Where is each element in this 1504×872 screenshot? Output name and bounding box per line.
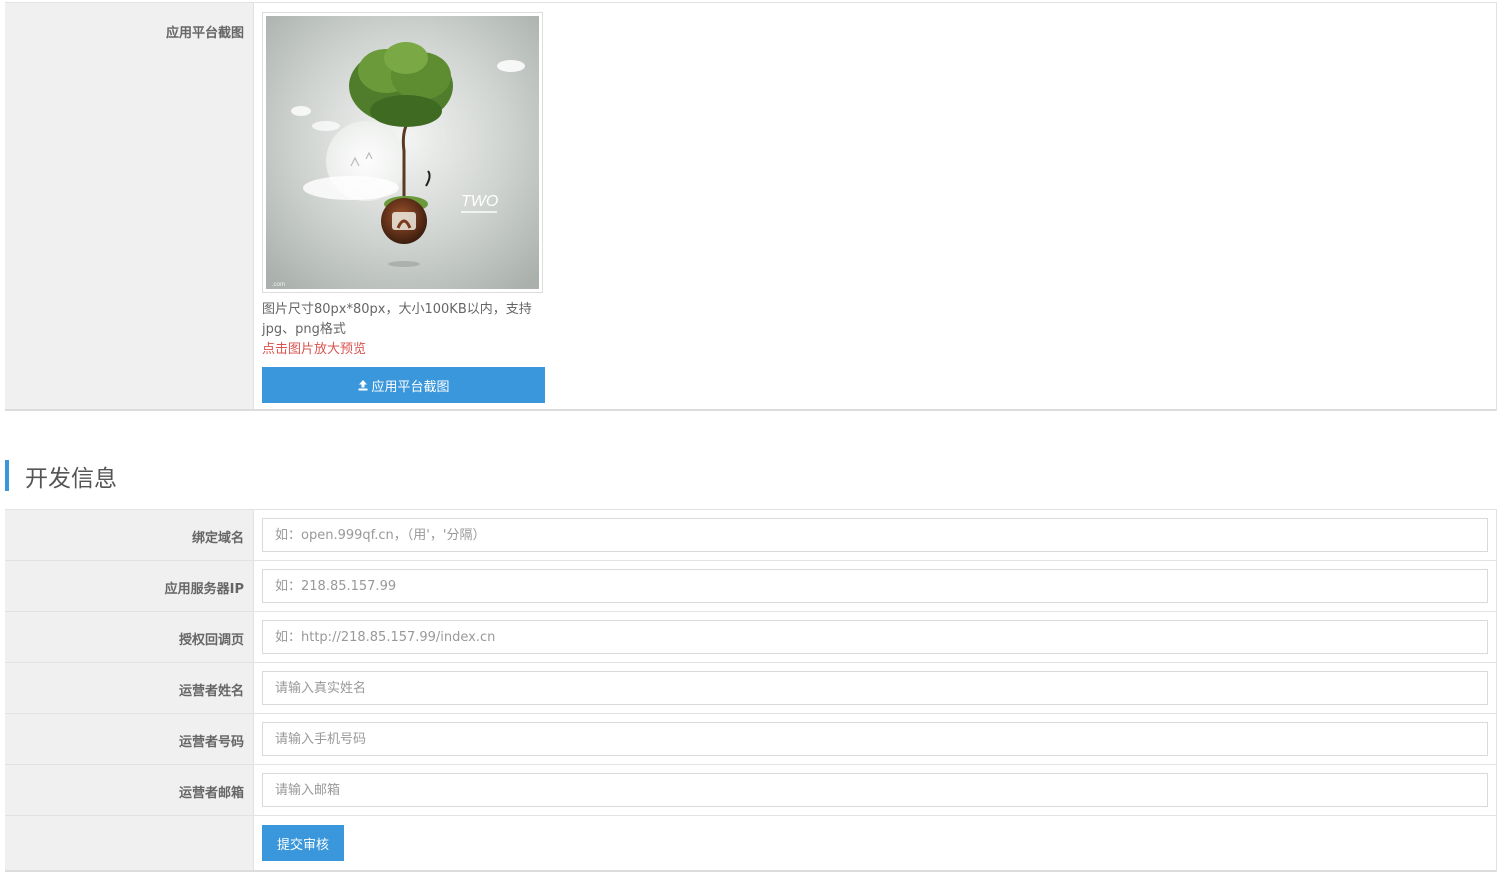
upload-button-label: 应用平台截图	[371, 379, 450, 395]
screenshot-table: 应用平台截图 TWO .com 图片尺寸80px*80px，大小100KB以内，…	[5, 2, 1497, 411]
svg-text:TWO: TWO	[461, 193, 498, 210]
upload-screenshot-button[interactable]: 应用平台截图	[262, 367, 545, 403]
callback-url-input[interactable]	[262, 620, 1488, 654]
server-ip-input[interactable]	[262, 569, 1488, 603]
operator-phone-input[interactable]	[262, 722, 1488, 756]
submit-cell: 提交审核	[253, 816, 1496, 870]
form-row-callback: 授权回调页	[5, 612, 1496, 663]
submit-review-button[interactable]: 提交审核	[262, 825, 345, 861]
image-size-hint: 图片尺寸80px*80px，大小100KB以内，支持jpg、png格式	[262, 302, 532, 337]
form-row-domain: 绑定域名	[5, 510, 1496, 561]
upload-icon	[358, 380, 368, 391]
callback-cell	[253, 612, 1496, 662]
form-row-submit: 提交审核	[5, 816, 1496, 872]
domain-cell	[253, 510, 1496, 560]
operator-email-cell	[253, 765, 1496, 815]
domain-input[interactable]	[262, 518, 1488, 552]
submit-row-label	[5, 816, 253, 870]
dev-info-title: 开发信息	[25, 465, 117, 492]
svg-text:.com: .com	[272, 282, 285, 288]
operator-phone-cell	[253, 714, 1496, 764]
screenshot-thumbnail[interactable]: TWO .com	[262, 12, 543, 293]
dev-info-form: 绑定域名 应用服务器IP 授权回调页 运营者姓名 运营者号码 运营者邮箱	[5, 509, 1497, 872]
server-ip-label: 应用服务器IP	[5, 561, 253, 611]
form-row-operator-email: 运营者邮箱	[5, 765, 1496, 816]
operator-name-label: 运营者姓名	[5, 663, 253, 713]
form-row-operator-phone: 运营者号码	[5, 714, 1496, 765]
preview-hint: 点击图片放大预览	[262, 342, 367, 357]
form-row-operator-name: 运营者姓名	[5, 663, 1496, 714]
operator-email-label: 运营者邮箱	[5, 765, 253, 815]
screenshot-label: 应用平台截图	[5, 3, 253, 409]
form-row-server-ip: 应用服务器IP	[5, 561, 1496, 612]
screenshot-row: 应用平台截图 TWO .com 图片尺寸80px*80px，大小100KB以内，…	[5, 3, 1496, 411]
operator-email-input[interactable]	[262, 773, 1488, 807]
server-ip-cell	[253, 561, 1496, 611]
dev-info-header: 开发信息	[5, 460, 117, 492]
operator-name-cell	[253, 663, 1496, 713]
domain-label: 绑定域名	[5, 510, 253, 560]
callback-label: 授权回调页	[5, 612, 253, 662]
operator-phone-label: 运营者号码	[5, 714, 253, 764]
section-accent-bar	[5, 460, 9, 491]
screenshot-cell: TWO .com 图片尺寸80px*80px，大小100KB以内，支持jpg、p…	[253, 3, 1496, 409]
screenshot-image[interactable]: TWO .com	[266, 16, 539, 289]
operator-name-input[interactable]	[262, 671, 1488, 705]
